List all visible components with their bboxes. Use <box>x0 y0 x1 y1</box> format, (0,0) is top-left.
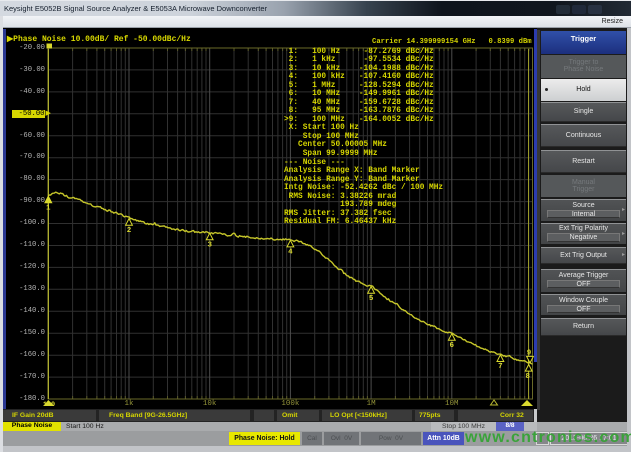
svg-text:7: 7 <box>498 363 503 371</box>
svg-text:9: 9 <box>527 350 532 358</box>
svg-text:3: 3 <box>207 242 212 250</box>
svg-text:6: 6 <box>450 342 455 350</box>
svg-text:1: 1 <box>46 205 51 213</box>
svg-text:2: 2 <box>127 227 132 235</box>
svg-text:8: 8 <box>525 373 530 381</box>
svg-text:4: 4 <box>288 249 293 257</box>
svg-text:5: 5 <box>369 295 374 303</box>
